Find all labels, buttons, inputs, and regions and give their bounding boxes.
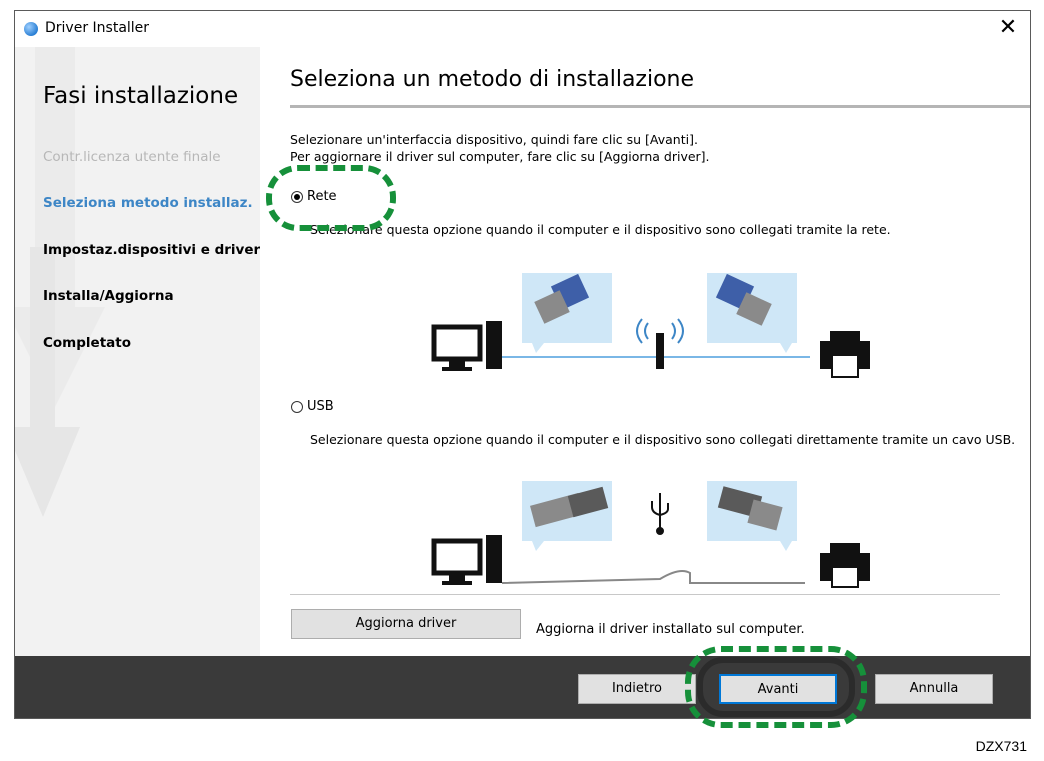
footer-bar: Indietro Avanti Annulla xyxy=(15,656,1030,718)
window-title: Driver Installer xyxy=(45,20,150,36)
rete-highlight-outline xyxy=(266,165,396,231)
usb-symbol-icon xyxy=(651,493,669,535)
figure-caption: DZX731 xyxy=(975,738,1027,754)
step-install-update: Installa/Aggiorna xyxy=(43,288,174,304)
rete-description: Selezionare questa opzione quando il com… xyxy=(310,222,891,237)
usb-description: Selezionare questa opzione quando il com… xyxy=(310,432,1016,447)
radio-usb-label: USB xyxy=(307,399,334,414)
radio-usb[interactable]: USB xyxy=(291,399,334,414)
network-illustration xyxy=(431,273,870,378)
close-icon[interactable]: ✕ xyxy=(996,15,1020,41)
main-panel: Seleziona un metodo di installazione Sel… xyxy=(260,47,1030,656)
step-select-method: Seleziona metodo installaz. xyxy=(43,195,253,211)
update-driver-button[interactable]: Aggiorna driver xyxy=(291,609,521,639)
section-divider xyxy=(290,594,1000,595)
computer-tower-icon xyxy=(486,321,502,369)
instruction-line-1: Selezionare un'interfaccia dispositivo, … xyxy=(290,132,698,147)
title-divider xyxy=(290,105,1030,108)
sidebar: Fasi installazione Contr.licenza utente … xyxy=(15,47,260,656)
cancel-button[interactable]: Annulla xyxy=(875,674,993,704)
usb-computer-monitor-icon xyxy=(431,538,483,576)
driver-installer-window: Driver Installer ✕ Fasi installazione Co… xyxy=(14,10,1031,719)
title-bar: Driver Installer ✕ xyxy=(15,11,1030,47)
step-completed: Completato xyxy=(43,335,131,351)
update-driver-description: Aggiorna il driver installato sul comput… xyxy=(536,622,805,637)
step-license: Contr.licenza utente finale xyxy=(43,149,221,165)
computer-monitor-icon xyxy=(431,324,483,362)
usb-computer-tower-icon xyxy=(486,535,502,583)
sidebar-title: Fasi installazione xyxy=(43,83,239,109)
radio-usb-dot[interactable] xyxy=(291,400,303,413)
usb-illustration xyxy=(431,481,870,588)
instruction-line-2: Per aggiornare il driver sul computer, f… xyxy=(290,149,710,164)
back-button[interactable]: Indietro xyxy=(578,674,696,704)
app-icon xyxy=(24,22,38,36)
step-device-settings: Impostaz.dispositivi e driver xyxy=(43,242,260,258)
avanti-highlight-outline xyxy=(685,646,867,728)
router-icon xyxy=(656,333,664,369)
sidebar-decoration xyxy=(15,47,105,517)
page-title: Seleziona un metodo di installazione xyxy=(290,67,695,92)
